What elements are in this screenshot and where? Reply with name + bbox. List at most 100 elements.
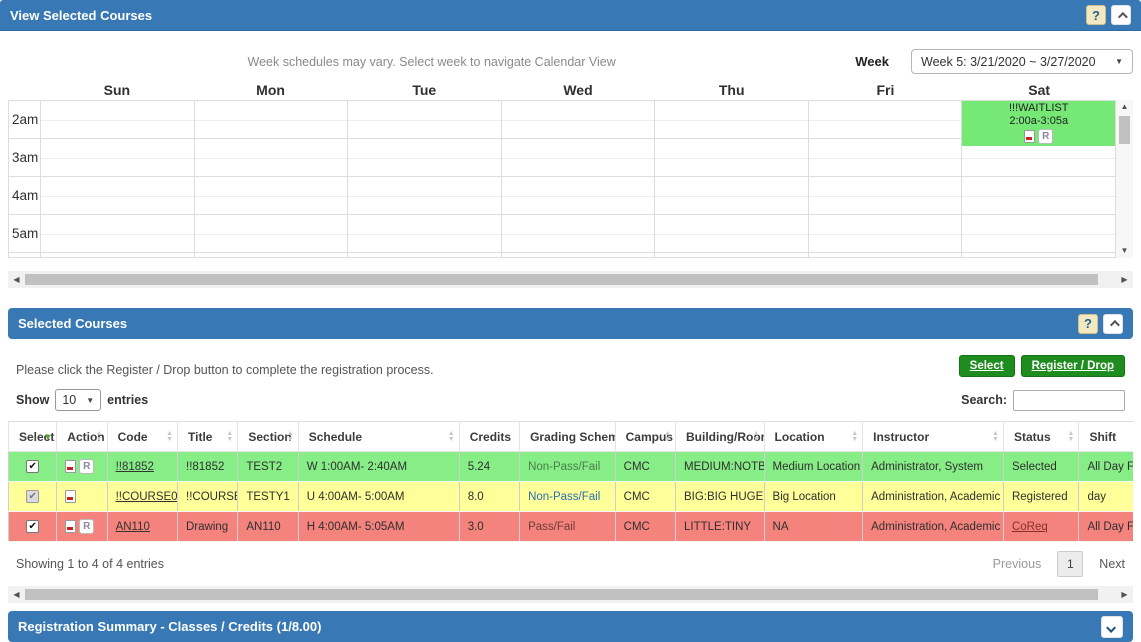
scroll-right-icon[interactable]: ▶ [1116, 273, 1133, 287]
register-icon[interactable]: R [79, 519, 94, 534]
calendar-cell-fri[interactable] [809, 253, 963, 258]
register-icon[interactable]: R [79, 459, 94, 474]
calendar-cell-sun[interactable] [41, 215, 195, 253]
column-header-section[interactable]: Section▲▼ [238, 422, 298, 452]
calendar-cell-wed[interactable] [502, 101, 656, 139]
collapse-panel-button[interactable] [1111, 5, 1131, 25]
chevron-down-icon [1106, 623, 1116, 633]
grading-scheme-cell: Non-Pass/Fail [520, 482, 616, 512]
calendar-cell-mon[interactable] [195, 101, 349, 139]
calendar-cell-wed[interactable] [502, 177, 656, 215]
collapse-section-button[interactable] [1103, 314, 1123, 334]
calendar-cell-tue[interactable] [348, 215, 502, 253]
scroll-left-icon[interactable]: ◀ [8, 588, 25, 602]
column-header-schedule[interactable]: Schedule▲▼ [298, 422, 459, 452]
calendar-cell-sat[interactable] [962, 177, 1116, 215]
course-code-link[interactable]: !!81852 [116, 461, 154, 473]
instructor-cell: Administrator, System [863, 452, 1004, 482]
drop-document-icon[interactable] [65, 490, 76, 503]
help-button[interactable]: ? [1078, 314, 1098, 334]
calendar-cell-thu[interactable] [655, 177, 809, 215]
column-header-location[interactable]: Location▲▼ [764, 422, 863, 452]
calendar-cell-wed[interactable] [502, 253, 656, 258]
scrollbar-thumb[interactable] [25, 274, 1098, 285]
scrollbar-thumb[interactable] [25, 589, 1098, 600]
calendar-cell-tue[interactable] [348, 177, 502, 215]
table-row: ✔RAN110DrawingAN110H 4:00AM- 5:05AM3.0Pa… [9, 512, 1134, 542]
register-drop-button[interactable]: Register / Drop [1021, 355, 1125, 377]
row-checkbox[interactable]: ✔ [26, 460, 39, 473]
calendar-cell-sun[interactable] [41, 253, 195, 258]
column-header-instructor[interactable]: Instructor▲▼ [863, 422, 1004, 452]
grading-scheme-link[interactable]: Non-Pass/Fail [528, 491, 600, 503]
calendar-cell-sat[interactable] [962, 215, 1116, 253]
select-cell: ✔ [9, 482, 57, 512]
column-header-campus[interactable]: Campus▲▼ [615, 422, 675, 452]
column-header-credits[interactable]: Credits [459, 422, 519, 452]
column-header-select[interactable]: Select▼ [9, 422, 57, 452]
column-header-shift[interactable]: Shift▲▼ [1079, 422, 1133, 452]
calendar-cell-thu[interactable] [655, 101, 809, 139]
selected-courses-section: Selected Courses ? Please click the Regi… [0, 308, 1141, 603]
search-input[interactable] [1013, 390, 1125, 411]
calendar-cell-mon[interactable] [195, 139, 349, 177]
week-select[interactable]: Week 5: 3/21/2020 ~ 3/27/2020 ▼ [911, 49, 1133, 74]
page-number-button[interactable]: 1 [1057, 551, 1083, 577]
calendar-cell-thu[interactable] [655, 253, 809, 258]
column-header-status[interactable]: Status▲▼ [1003, 422, 1078, 452]
calendar-vertical-scrollbar[interactable]: ▲ ▼ [1116, 100, 1133, 258]
column-header-code[interactable]: Code▲▼ [107, 422, 177, 452]
scroll-right-icon[interactable]: ▶ [1116, 588, 1133, 602]
grading-scheme-link[interactable]: Non-Pass/Fail [528, 461, 600, 473]
grading-scheme-link[interactable]: Pass/Fail [528, 521, 575, 533]
code-cell: !!81852 [107, 452, 177, 482]
entries-per-page-select[interactable]: 10 ▼ [55, 389, 101, 411]
calendar-cell-mon[interactable] [195, 253, 349, 258]
time-label: 2am [9, 101, 41, 139]
calendar-cell-sun[interactable] [41, 101, 195, 139]
expand-summary-button[interactable] [1101, 616, 1123, 638]
next-page-button[interactable]: Next [1099, 557, 1125, 571]
calendar-cell-wed[interactable] [502, 139, 656, 177]
column-header-title[interactable]: Title▲▼ [178, 422, 238, 452]
column-header-building-room[interactable]: Building/Room▲▼ [676, 422, 765, 452]
scrollbar-thumb[interactable] [1119, 116, 1130, 144]
row-checkbox[interactable]: ✔ [26, 520, 39, 533]
drop-document-icon[interactable] [65, 460, 76, 473]
register-icon[interactable]: R [1038, 129, 1053, 144]
calendar-cell-fri[interactable] [809, 177, 963, 215]
drop-document-icon[interactable] [65, 520, 76, 533]
column-header-action[interactable]: Action▲▼ [57, 422, 107, 452]
drop-document-icon[interactable] [1024, 130, 1035, 143]
scroll-down-icon[interactable]: ▼ [1116, 244, 1133, 258]
scroll-left-icon[interactable]: ◀ [8, 273, 25, 287]
calendar-cell-sun[interactable] [41, 139, 195, 177]
calendar-cell-fri[interactable] [809, 139, 963, 177]
help-button[interactable]: ? [1086, 5, 1106, 25]
status-cell: CoReq [1003, 512, 1078, 542]
sort-icons: ▲▼ [992, 431, 999, 443]
calendar-cell-tue[interactable] [348, 101, 502, 139]
calendar-cell-thu[interactable] [655, 139, 809, 177]
calendar-cell-thu[interactable] [655, 215, 809, 253]
calendar-cell-fri[interactable] [809, 215, 963, 253]
table-horizontal-scrollbar[interactable]: ◀ ▶ [8, 586, 1133, 603]
calendar-cell-mon[interactable] [195, 177, 349, 215]
calendar-cell-wed[interactable] [502, 215, 656, 253]
course-code-link[interactable]: AN110 [116, 521, 150, 533]
calendar-cell-sun[interactable] [41, 177, 195, 215]
calendar-cell-fri[interactable] [809, 101, 963, 139]
calendar-cell-tue[interactable] [348, 139, 502, 177]
calendar-event-waitlist[interactable]: !!!WAITLIST2:00a-3:05aR [962, 101, 1115, 146]
select-button[interactable]: Select [959, 355, 1015, 377]
scroll-up-icon[interactable]: ▲ [1116, 100, 1133, 114]
calendar-horizontal-scrollbar[interactable]: ◀ ▶ [8, 271, 1133, 288]
previous-page-button[interactable]: Previous [993, 557, 1042, 571]
calendar-cell-sat[interactable]: !!!WAITLIST2:00a-3:05aR [962, 101, 1116, 139]
calendar-cell-sat[interactable] [962, 253, 1116, 258]
calendar-cell-tue[interactable] [348, 253, 502, 258]
calendar-cell-mon[interactable] [195, 215, 349, 253]
course-code-link[interactable]: !!COURSE01 [116, 491, 178, 503]
status-link[interactable]: CoReq [1012, 521, 1048, 533]
column-header-grading-scheme[interactable]: Grading Scheme [520, 422, 616, 452]
